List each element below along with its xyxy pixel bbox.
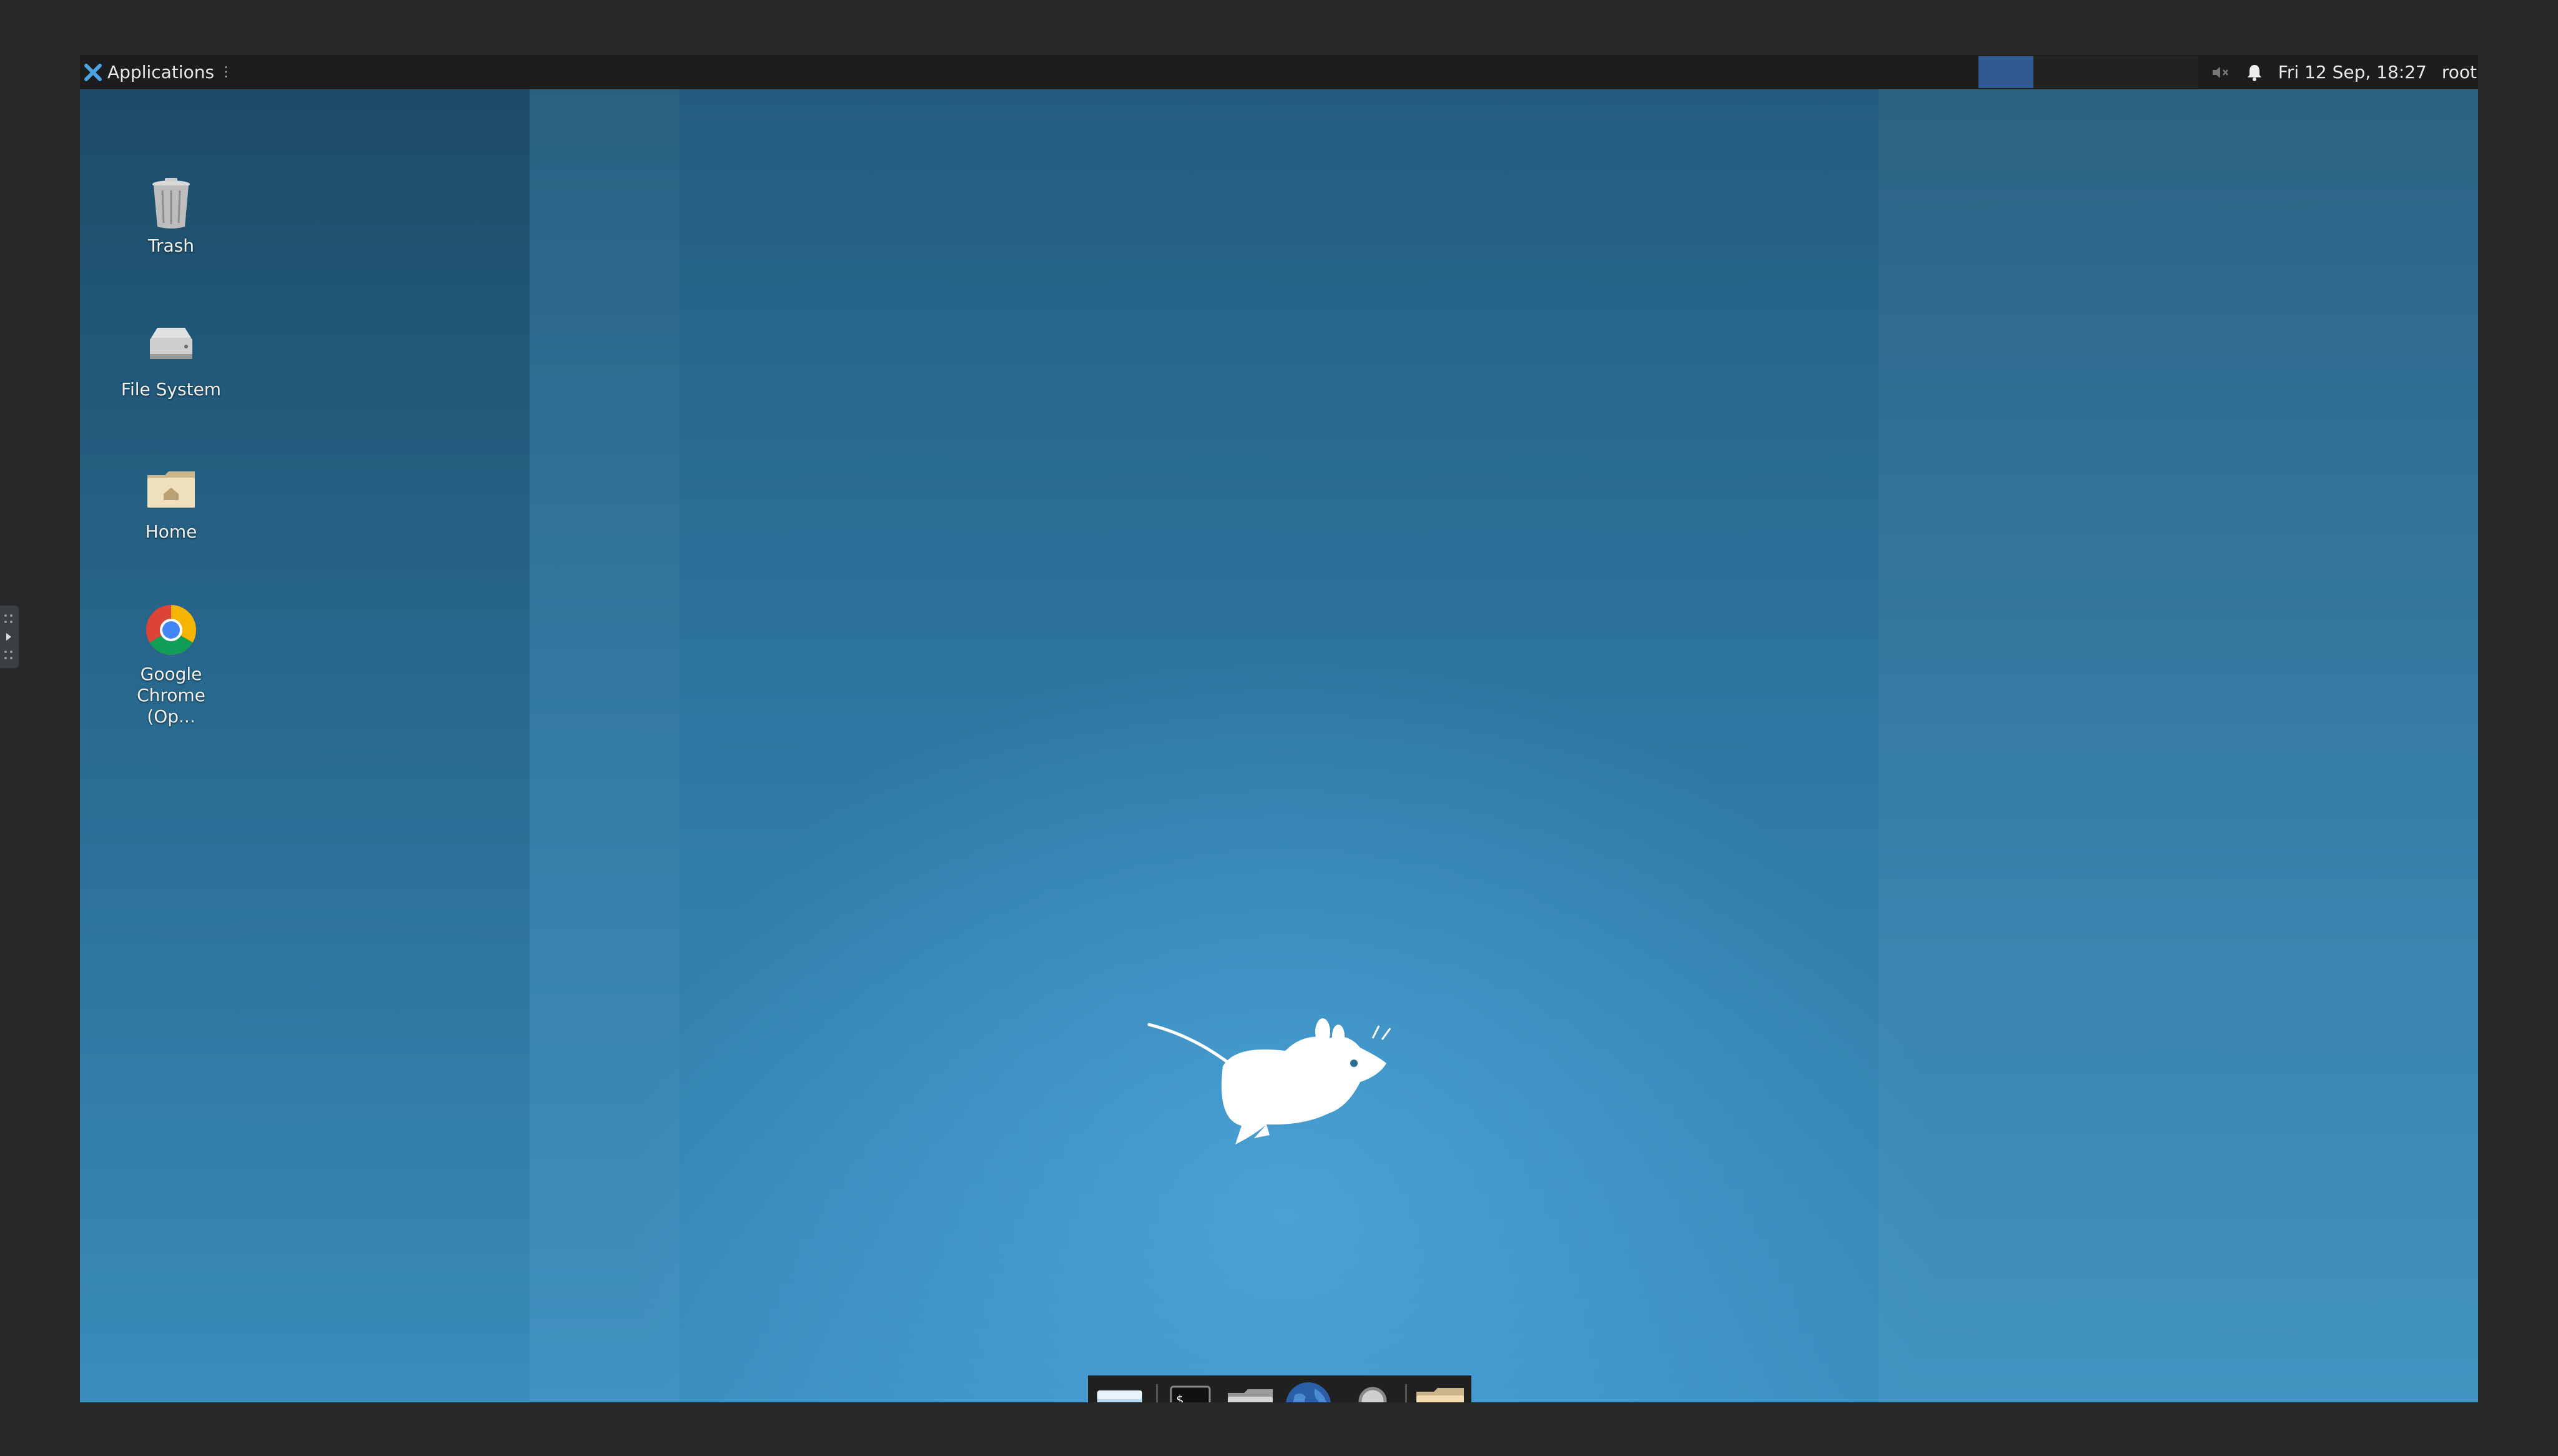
dock-app-finder[interactable] xyxy=(1341,1378,1396,1402)
window-icon xyxy=(1097,1390,1142,1402)
desktop-background[interactable]: Trash File System Home Google Chrome (Op… xyxy=(80,89,2478,1402)
drive-icon xyxy=(150,328,192,359)
applications-menu-button[interactable]: Applications ⋮ xyxy=(80,55,233,89)
workspace-4[interactable] xyxy=(2143,56,2198,88)
terminal-icon: $_ xyxy=(1170,1385,1211,1402)
dock-file-manager[interactable] xyxy=(1222,1378,1278,1402)
terminal-glyph: $_ xyxy=(1176,1392,1192,1402)
desktop-icon-label: Trash xyxy=(148,235,194,256)
desktop-screen: Applications ⋮ Fri 12 Sep, 18:27 root Tr… xyxy=(80,55,2478,1402)
folder-icon xyxy=(1416,1388,1464,1402)
wallpaper-band xyxy=(530,89,679,1402)
panel-clock[interactable]: Fri 12 Sep, 18:27 xyxy=(2278,62,2427,82)
dock-separator xyxy=(1405,1384,1408,1402)
dock-terminal[interactable]: $_ xyxy=(1163,1378,1218,1402)
system-tray: Fri 12 Sep, 18:27 root xyxy=(2211,55,2478,89)
handle-arrow-icon xyxy=(4,614,12,659)
trash-icon xyxy=(152,178,190,229)
side-panel-handle[interactable] xyxy=(0,606,19,668)
workspace-1[interactable] xyxy=(1978,56,2033,88)
dock-web-browser[interactable] xyxy=(1281,1378,1337,1402)
workspace-2[interactable] xyxy=(2033,56,2088,88)
volume-muted-icon[interactable] xyxy=(2211,62,2231,82)
wallpaper-band xyxy=(80,89,530,1402)
top-panel: Applications ⋮ Fri 12 Sep, 18:27 root xyxy=(80,55,2478,89)
desktop-icon-google-chrome[interactable]: Google Chrome (Op... xyxy=(109,599,234,727)
desktop-icon-home[interactable]: Home xyxy=(109,456,234,543)
desktop-icon-label: File System xyxy=(121,379,222,400)
applications-menu-label: Applications xyxy=(107,62,215,82)
magnifier-icon xyxy=(1358,1387,1387,1402)
workspace-3[interactable] xyxy=(2088,56,2143,88)
notification-bell-icon[interactable] xyxy=(2244,62,2264,82)
panel-user-menu[interactable]: root xyxy=(2442,62,2477,82)
desktop-icon-file-system[interactable]: File System xyxy=(109,314,234,400)
globe-icon xyxy=(1285,1382,1331,1402)
menu-handle-icon: ⋮ xyxy=(219,64,234,80)
dock-folder[interactable] xyxy=(1412,1378,1468,1402)
home-folder-icon xyxy=(1227,1389,1273,1402)
xfce-logo-icon xyxy=(84,63,102,81)
workspace-switcher[interactable] xyxy=(1978,55,2198,89)
dock-separator xyxy=(1156,1384,1158,1402)
bottom-dock: $_ xyxy=(1088,1375,1471,1402)
xfce-mouse-logo xyxy=(1147,1018,1391,1144)
desktop-icon-label: Home xyxy=(145,521,197,542)
chrome-icon xyxy=(146,605,196,655)
home-folder-icon xyxy=(147,471,195,508)
desktop-icon-label: Google Chrome (Op... xyxy=(137,664,205,727)
dock-show-desktop[interactable] xyxy=(1092,1378,1147,1402)
wallpaper-band xyxy=(1879,89,2478,1402)
desktop-icon-trash[interactable]: Trash xyxy=(109,170,234,257)
